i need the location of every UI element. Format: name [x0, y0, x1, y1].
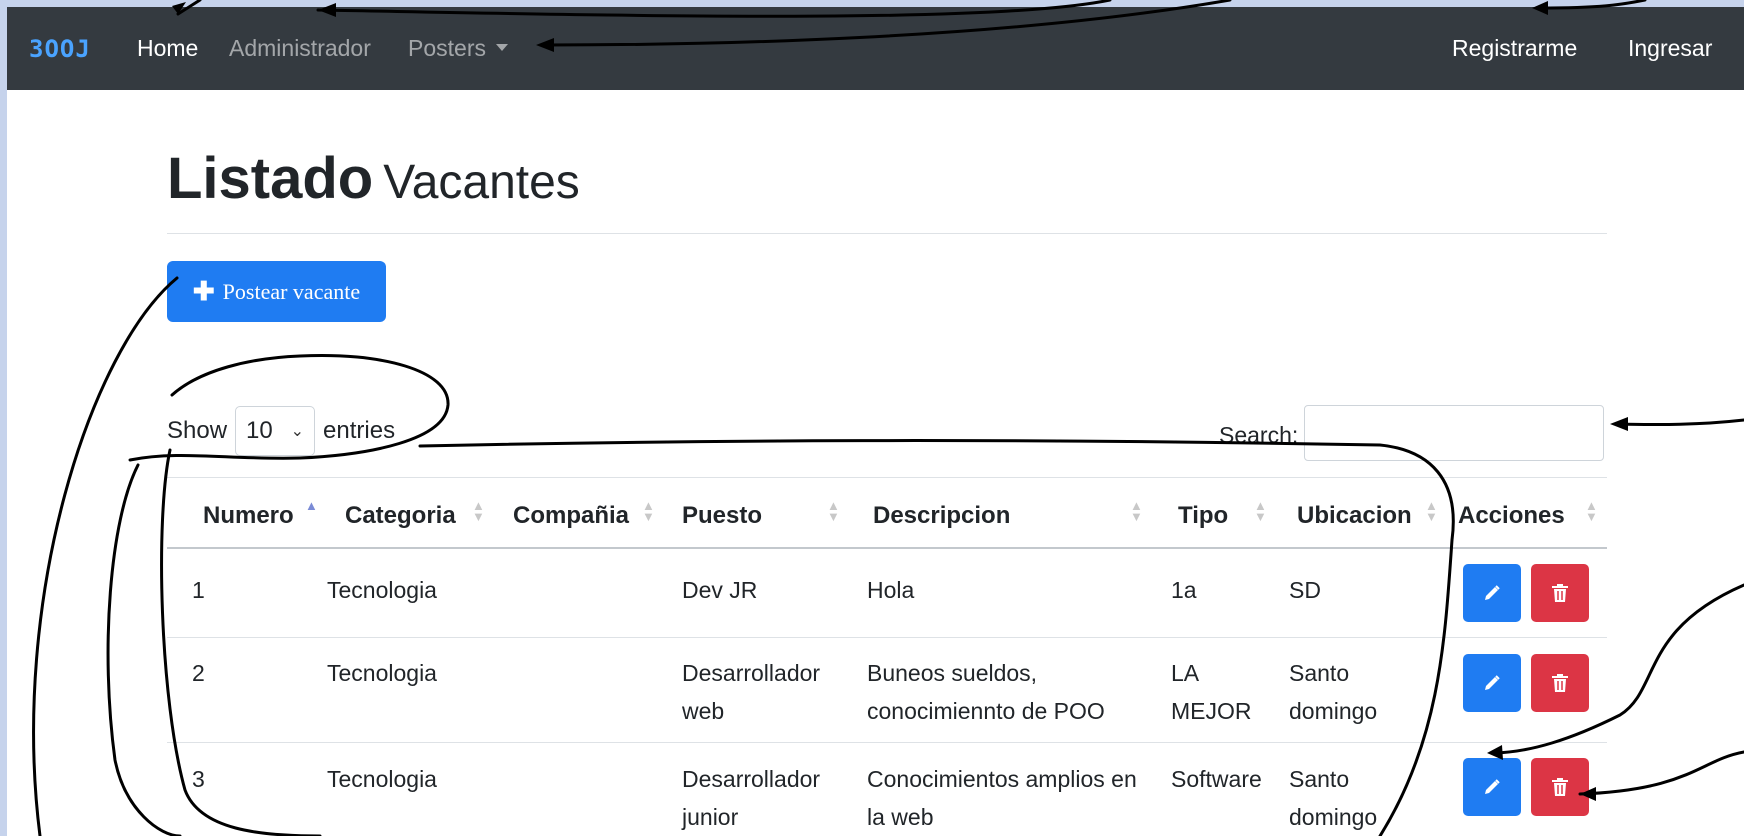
cell-puesto: Desarrollador junior [682, 766, 821, 830]
entries-value: 10 [246, 417, 273, 444]
title-divider [167, 233, 1607, 234]
table-row: 2 Tecnologia Desarrollador web Buneos su… [167, 638, 1607, 743]
nav-registrarme[interactable]: Registrarme [1452, 35, 1577, 62]
trash-icon [1552, 584, 1568, 602]
table-row: 3 Tecnologia Desarrollador junior Conoci… [167, 743, 1607, 836]
search-label: Search: [1219, 422, 1299, 448]
cell-tipo: Software [1171, 766, 1262, 792]
header-tipo[interactable]: Tipo [1178, 502, 1228, 530]
delete-button[interactable] [1531, 758, 1589, 816]
app-frame: 3OOJ Home Administrador Posters Registra… [7, 7, 1744, 836]
edit-button[interactable] [1463, 654, 1521, 712]
sort-icon: ▲ ▼ [1585, 498, 1598, 524]
cell-puesto: Dev JR [682, 577, 758, 603]
caret-down-icon [495, 44, 508, 52]
page-title-bold: Listado [167, 146, 374, 211]
cell-ubicacion: Santo domingo [1289, 766, 1378, 830]
search-input[interactable] [1304, 405, 1604, 461]
header-puesto[interactable]: Puesto [682, 502, 762, 530]
cell-descripcion: Buneos sueldos, conocimiennto de POO [867, 660, 1105, 724]
nav-posters-label: Posters [408, 35, 486, 61]
edit-button[interactable] [1463, 564, 1521, 622]
sort-icon: ▲ ▼ [472, 498, 485, 524]
cell-descripcion: Hola [867, 577, 915, 603]
brand-logo[interactable]: 3OOJ [29, 35, 91, 63]
post-vacancy-label: Postear vacante [222, 278, 361, 304]
pencil-icon [1485, 779, 1500, 794]
cell-ubicacion: Santo domingo [1289, 660, 1378, 724]
cell-descripcion: Conocimientos amplios en la web [867, 766, 1137, 830]
header-descripcion[interactable]: Descripcion [873, 502, 1010, 530]
show-label: Show [167, 417, 228, 444]
cell-tipo: LA MEJOR [1171, 660, 1252, 724]
pencil-icon [1485, 585, 1500, 600]
delete-button[interactable] [1531, 654, 1589, 712]
cell-categoria: Tecnologia [327, 660, 437, 686]
page-title: Listado Vacantes [167, 145, 580, 212]
header-numero[interactable]: Numero [203, 502, 294, 530]
trash-icon [1552, 674, 1568, 692]
entries-select[interactable]: 10 ⌄ [235, 406, 316, 456]
chevron-down-icon: ⌄ [290, 423, 305, 440]
header-acciones[interactable]: Acciones [1458, 502, 1565, 530]
post-vacancy-button[interactable]: ✚ Postear vacante [167, 261, 386, 322]
nav-ingresar[interactable]: Ingresar [1628, 35, 1712, 62]
navbar: 3OOJ Home Administrador Posters Registra… [7, 7, 1744, 90]
cell-numero: 1 [192, 577, 205, 603]
edit-button[interactable] [1463, 758, 1521, 816]
delete-button[interactable] [1531, 564, 1589, 622]
sort-icon: ▲ ▼ [1425, 498, 1438, 524]
table-row: 1 Tecnologia Dev JR Hola 1a SD [167, 549, 1607, 638]
header-compania[interactable]: Compañia [513, 502, 629, 530]
header-categoria[interactable]: Categoria [345, 502, 456, 530]
cell-puesto: Desarrollador web [682, 660, 821, 724]
sort-icon: ▲ ▼ [827, 498, 840, 524]
cell-tipo: 1a [1171, 577, 1197, 603]
cell-ubicacion: SD [1289, 577, 1321, 603]
cell-categoria: Tecnologia [327, 577, 437, 603]
sort-icon: ▲ ▼ [642, 498, 655, 524]
page-title-light: Vacantes [383, 156, 580, 209]
sort-icon: ▲ [305, 498, 318, 513]
table-header: Numero ▲ Categoria ▲ ▼ Compañia ▲ ▼ Puesto… [167, 477, 1607, 549]
entries-label: entries [323, 417, 396, 444]
entries-control: Show 10 ⌄ entries [167, 406, 395, 456]
sort-icon: ▲ ▼ [1254, 498, 1267, 524]
cell-numero: 3 [192, 766, 205, 792]
nav-home[interactable]: Home [137, 35, 198, 62]
sort-icon: ▲ ▼ [1130, 498, 1143, 524]
pencil-icon [1485, 675, 1500, 690]
header-ubicacion[interactable]: Ubicacion [1297, 502, 1412, 530]
nav-administrador[interactable]: Administrador [229, 35, 371, 62]
plus-icon: ✚ [192, 276, 215, 306]
nav-posters-dropdown[interactable]: Posters [408, 35, 508, 62]
cell-categoria: Tecnologia [327, 766, 437, 792]
trash-icon [1552, 778, 1568, 796]
cell-numero: 2 [192, 660, 205, 686]
